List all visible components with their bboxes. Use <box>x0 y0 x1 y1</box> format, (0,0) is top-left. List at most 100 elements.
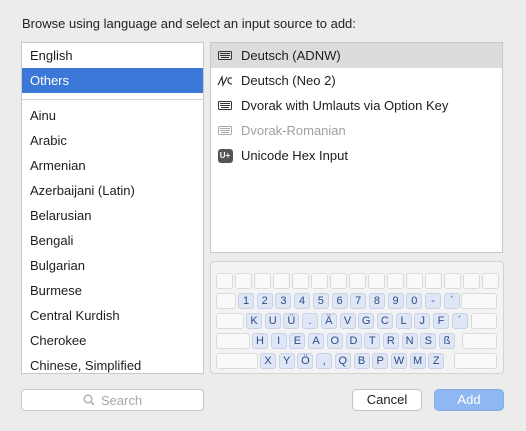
keyboard-icon <box>217 99 233 113</box>
keyboard-key: Ö <box>297 353 314 369</box>
keyboard-key: J <box>414 313 431 329</box>
keyboard-key-blank <box>273 273 290 289</box>
source-item-dvorak-umlauts[interactable]: Dvorak with Umlauts via Option Key <box>211 93 502 118</box>
keyboard-key: 0 <box>406 293 423 309</box>
keyboard-key: M <box>409 353 426 369</box>
keyboard-key-blank <box>216 273 233 289</box>
keyboard-key-blank <box>235 273 252 289</box>
keyboard-row-upper: K U Ü. Ä V G C L J F ´ <box>211 313 503 331</box>
source-item-label: Dvorak-Romanian <box>241 123 346 138</box>
keyboard-key-blank <box>292 273 309 289</box>
keyboard-key: C <box>376 313 393 329</box>
source-item-unicode-hex[interactable]: U+ Unicode Hex Input <box>211 143 502 168</box>
language-item-armenian[interactable]: Armenian <box>22 153 203 178</box>
language-item-chinese-simplified[interactable]: Chinese, Simplified <box>22 353 203 373</box>
keyboard-key-blank <box>482 273 499 289</box>
search-icon <box>83 394 95 406</box>
keyboard-key: Y <box>278 353 295 369</box>
source-item-label: Unicode Hex Input <box>241 148 348 163</box>
keyboard-key: 2 <box>256 293 273 309</box>
keyboard-key: Ä <box>320 313 337 329</box>
keyboard-key: 9 <box>387 293 404 309</box>
keyboard-key: ´ <box>451 313 468 329</box>
language-item-ainu[interactable]: Ainu <box>22 103 203 128</box>
keyboard-key: 5 <box>312 293 329 309</box>
keyboard-key: D <box>345 333 362 349</box>
keyboard-row-lower: XYÖ,QBPWMZ <box>211 353 503 371</box>
keyboard-key-blank <box>330 273 347 289</box>
keyboard-key-blank <box>463 273 480 289</box>
dialog-heading: Browse using language and select an inpu… <box>22 16 356 31</box>
language-item-burmese[interactable]: Burmese <box>22 278 203 303</box>
keyboard-key: 3 <box>275 293 292 309</box>
language-item-bengali[interactable]: Bengali <box>22 228 203 253</box>
keyboard-row-home: HIEAODTRNSß <box>211 333 503 351</box>
keyboard-key: L <box>395 313 412 329</box>
keyboard-key: 8 <box>368 293 385 309</box>
keyboard-key: Q <box>334 353 351 369</box>
search-placeholder: Search <box>100 392 143 408</box>
keyboard-key-blank <box>216 333 250 349</box>
unicode-badge-text: U+ <box>217 148 233 163</box>
keyboard-key: A <box>308 333 325 349</box>
source-item-dvorak-romanian[interactable]: Dvorak-Romanian <box>211 118 502 143</box>
search-field[interactable]: Search <box>21 389 204 411</box>
language-item-bulgarian[interactable]: Bulgarian <box>22 253 203 278</box>
language-item-others[interactable]: Others <box>22 68 203 93</box>
keyboard-key: 4 <box>294 293 311 309</box>
keyboard-row-numbers: 1 2 3 4 5 6 7 8 9 0- ` <box>211 293 503 311</box>
language-item-arabic[interactable]: Arabic <box>22 128 203 153</box>
language-list[interactable]: English Others Ainu Arabic Armenian Azer… <box>21 42 204 374</box>
keyboard-icon <box>217 124 233 138</box>
keyboard-layout-preview: 1 2 3 4 5 6 7 8 9 0- ` K U Ü. Ä V G C L J F ´ HIEAODTRNSß XY… <box>210 261 504 374</box>
language-item-central-kurdish[interactable]: Central Kurdish <box>22 303 203 328</box>
keyboard-key: 7 <box>350 293 367 309</box>
keyboard-key: W <box>390 353 407 369</box>
keyboard-key: X <box>260 353 276 369</box>
neo-icon <box>217 74 233 88</box>
keyboard-key-blank <box>216 353 258 369</box>
unicode-badge-icon: U+ <box>217 148 233 163</box>
language-list-divider <box>22 99 203 100</box>
keyboard-key-blank <box>461 293 497 309</box>
keyboard-key-blank <box>311 273 328 289</box>
keyboard-key: - <box>425 293 441 309</box>
keyboard-key-blank <box>462 333 497 349</box>
keyboard-key-blank <box>425 273 442 289</box>
language-item-english[interactable]: English <box>22 43 203 68</box>
keyboard-key-blank <box>216 293 236 309</box>
language-item-belarusian[interactable]: Belarusian <box>22 203 203 228</box>
keyboard-key: 1 <box>238 293 254 309</box>
source-item-deutsch-neo2[interactable]: Deutsch (Neo 2) <box>211 68 502 93</box>
cancel-button[interactable]: Cancel <box>352 389 422 411</box>
keyboard-key-blank <box>471 313 497 329</box>
keyboard-key: K <box>246 313 262 329</box>
keyboard-key: , <box>316 353 333 369</box>
source-item-label: Deutsch (ADNW) <box>241 48 341 63</box>
keyboard-key: ` <box>443 293 460 309</box>
keyboard-key: F <box>433 313 449 329</box>
source-item-deutsch-adnw[interactable]: Deutsch (ADNW) <box>211 43 502 68</box>
keyboard-key: P <box>372 353 389 369</box>
keyboard-key-blank <box>454 353 497 369</box>
keyboard-key: U <box>264 313 281 329</box>
language-item-cherokee[interactable]: Cherokee <box>22 328 203 353</box>
keyboard-key: V <box>339 313 356 329</box>
add-button[interactable]: Add <box>434 389 504 411</box>
keyboard-key: N <box>401 333 418 349</box>
keyboard-key-blank <box>254 273 271 289</box>
keyboard-key: Ü <box>283 313 300 329</box>
keyboard-row-top <box>211 273 503 291</box>
keyboard-key: O <box>326 333 343 349</box>
input-source-list[interactable]: Deutsch (ADNW) Deutsch (Neo 2) Dvorak wi… <box>210 42 503 253</box>
keyboard-key: E <box>289 333 306 349</box>
keyboard-key: ß <box>439 333 455 349</box>
keyboard-key-blank <box>216 313 244 329</box>
keyboard-key: T <box>364 333 381 349</box>
keyboard-key: H <box>252 333 268 349</box>
keyboard-key: . <box>302 313 319 329</box>
keyboard-key-blank <box>368 273 385 289</box>
language-item-azerbaijani-latin[interactable]: Azerbaijani (Latin) <box>22 178 203 203</box>
keyboard-key: 6 <box>331 293 348 309</box>
keyboard-key-blank <box>387 273 404 289</box>
